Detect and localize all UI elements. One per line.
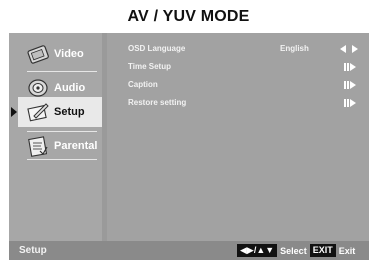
enter-arrow-icon[interactable] [340,99,358,107]
enter-arrow-icon[interactable] [340,81,358,89]
footer-bar: Setup ◀▶/▲▼ Select EXIT Exit [9,241,369,260]
setting-row-caption[interactable]: Caption [128,80,358,94]
sidebar-item-setup[interactable]: Setup [18,97,102,127]
parental-icon [28,136,48,157]
setup-icon [27,103,49,122]
setting-label: Restore setting [128,98,187,107]
video-icon [27,45,49,64]
sidebar-item-label: Setup [54,106,85,118]
exit-hint: Exit [338,245,356,256]
osd-screen: Video Audio Setup Parental OSD Language … [9,33,369,260]
key-hints: ◀▶/▲▼ Select EXIT Exit [237,244,355,257]
setting-label: Time Setup [128,62,171,71]
sidebar-item-label: Audio [54,82,86,94]
sidebar: Video Audio Setup Parental [9,33,102,241]
select-hint: Select [280,245,307,256]
divider [27,159,97,160]
setting-label: Caption [128,80,158,89]
setting-value: English [280,44,309,53]
enter-arrow-icon[interactable] [340,63,358,71]
page-title: AV / YUV MODE [127,8,250,25]
settings-panel: OSD Language English Time Setup Caption [107,33,369,241]
sidebar-item-label: Parental [54,140,98,152]
footer-section-label: Setup [19,245,47,256]
setting-row-time-setup[interactable]: Time Setup [128,62,358,76]
sidebar-item-label: Video [54,48,84,60]
setting-row-restore-setting[interactable]: Restore setting [128,98,358,112]
audio-icon [28,79,48,97]
nav-keys-icon: ◀▶/▲▼ [237,244,278,257]
sidebar-item-video[interactable]: Video [9,39,102,69]
sidebar-item-parental[interactable]: Parental [9,131,102,161]
left-right-arrows-icon[interactable] [340,45,358,53]
setting-label: OSD Language [128,44,186,53]
selection-arrow-icon [9,97,18,127]
setting-row-osd-language[interactable]: OSD Language English [128,44,358,58]
exit-key-icon: EXIT [309,244,336,257]
divider [27,71,97,72]
